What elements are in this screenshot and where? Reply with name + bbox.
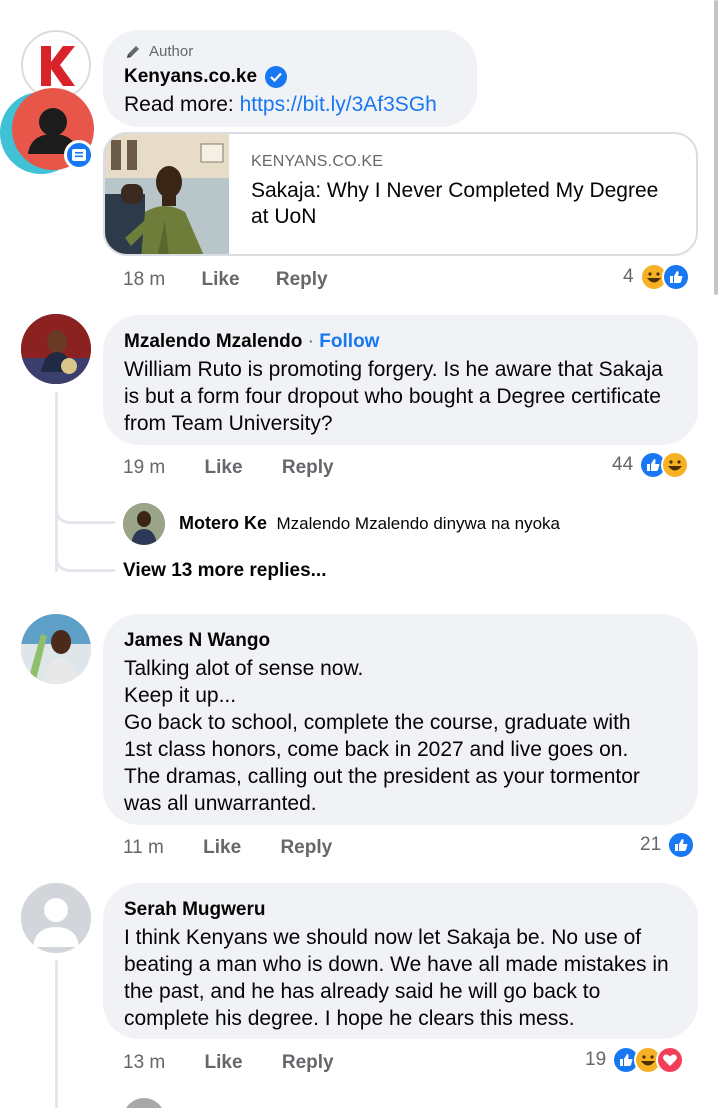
read-more-label: Read more: — [124, 93, 240, 116]
comment-timestamp[interactable]: 13 m — [123, 1052, 165, 1073]
link-preview-title: Sakaja: Why I Never Completed My Degree … — [251, 179, 659, 228]
comment-line: Go back to school, complete the course, … — [124, 711, 640, 815]
default-person-icon — [21, 883, 91, 953]
comment-line: Keep it up... — [124, 684, 237, 707]
reply-button[interactable]: Reply — [280, 837, 332, 858]
messenger-badge-icon — [64, 140, 94, 170]
comment-text: William Ruto is promoting forgery. Is he… — [124, 358, 663, 435]
comment-line: Talking alot of sense now. — [124, 657, 364, 680]
commenter-avatar[interactable] — [21, 314, 91, 384]
author-badge: Author — [124, 42, 455, 62]
author-badge-label: Author — [149, 43, 194, 60]
reaction-summary[interactable]: 19 — [585, 1046, 685, 1074]
thread-branch — [55, 548, 115, 572]
photo-avatar-icon — [123, 503, 165, 545]
comment-text: Talking alot of sense now. Keep it up...… — [124, 655, 664, 817]
comment-bubble: James N Wango Talking alot of sense now.… — [103, 614, 698, 825]
view-more-replies-button[interactable]: View 13 more replies... — [123, 560, 326, 582]
reply-text: Mzalendo Mzalendo dinywa na nyoka — [276, 514, 560, 533]
like-reaction-icon — [667, 831, 696, 859]
comment-bubble: Serah Mugweru I think Kenyans we should … — [103, 883, 698, 1039]
like-reaction-icon — [661, 263, 690, 291]
thread-line — [55, 392, 58, 572]
comment-timestamp[interactable]: 19 m — [123, 457, 165, 478]
comment-timestamp[interactable]: 18 m — [123, 269, 165, 290]
commenter-name[interactable]: Serah Mugweru — [124, 897, 676, 923]
commenter-name[interactable]: Kenyans.co.ke — [124, 64, 257, 90]
like-button[interactable]: Like — [205, 1052, 243, 1073]
current-user-avatar[interactable] — [0, 88, 98, 174]
like-button[interactable]: Like — [202, 269, 240, 290]
link-preview-domain: KENYANS.CO.KE — [251, 153, 384, 170]
link-preview-thumbnail — [105, 134, 229, 254]
follow-separator: · — [302, 331, 320, 352]
reaction-summary[interactable]: 44 — [612, 451, 690, 479]
commenter-name[interactable]: James N Wango — [124, 628, 676, 654]
follow-button[interactable]: Follow — [319, 331, 379, 352]
reply-preview[interactable]: Motero Ke Mzalendo Mzalendo dinywa na ny… — [179, 513, 560, 534]
haha-reaction-icon — [661, 451, 690, 479]
reaction-count: 19 — [585, 1049, 607, 1070]
reaction-count: 44 — [612, 454, 634, 475]
thread-branch — [55, 500, 115, 524]
reaction-count: 4 — [623, 266, 634, 287]
reply-button[interactable]: Reply — [276, 269, 328, 290]
comment-bubble: Mzalendo Mzalendo · Follow William Ruto … — [103, 315, 698, 445]
comment-actions: 19 m Like Reply — [123, 457, 334, 479]
commenter-name[interactable]: Mzalendo Mzalendo — [124, 331, 302, 352]
photo-avatar-icon — [21, 614, 91, 684]
comment-timestamp[interactable]: 11 m — [123, 837, 164, 858]
reply-author-name[interactable]: Motero Ke — [179, 513, 267, 533]
comment-bubble: Author Kenyans.co.ke Read more: https://… — [103, 30, 477, 127]
reaction-summary[interactable]: 4 — [623, 263, 690, 291]
scrollbar[interactable] — [714, 0, 718, 295]
thread-line — [55, 960, 58, 1108]
default-avatar[interactable] — [21, 883, 91, 953]
like-button[interactable]: Like — [203, 837, 241, 858]
comment-actions: 11 m Like Reply — [123, 837, 332, 859]
photo-avatar-icon — [21, 314, 91, 384]
reply-avatar[interactable] — [123, 1098, 165, 1108]
verified-badge-icon — [265, 66, 288, 88]
comment-text: I think Kenyans we should now let Sakaja… — [124, 926, 669, 1030]
reply-button[interactable]: Reply — [282, 1052, 334, 1073]
reply-avatar[interactable] — [123, 503, 165, 545]
comment-actions: 18 m Like Reply — [123, 269, 328, 291]
reaction-summary[interactable]: 21 — [640, 831, 696, 859]
article-link[interactable]: https://bit.ly/3Af3SGh — [240, 93, 437, 116]
reply-button[interactable]: Reply — [282, 457, 334, 478]
reaction-count: 21 — [640, 834, 662, 855]
comment-actions: 13 m Like Reply — [123, 1052, 334, 1074]
pencil-icon — [127, 46, 139, 58]
like-button[interactable]: Like — [205, 457, 243, 478]
love-reaction-icon — [656, 1046, 685, 1074]
link-preview-card[interactable]: KENYANS.CO.KE Sakaja: Why I Never Comple… — [103, 132, 698, 256]
commenter-avatar[interactable] — [21, 614, 91, 684]
